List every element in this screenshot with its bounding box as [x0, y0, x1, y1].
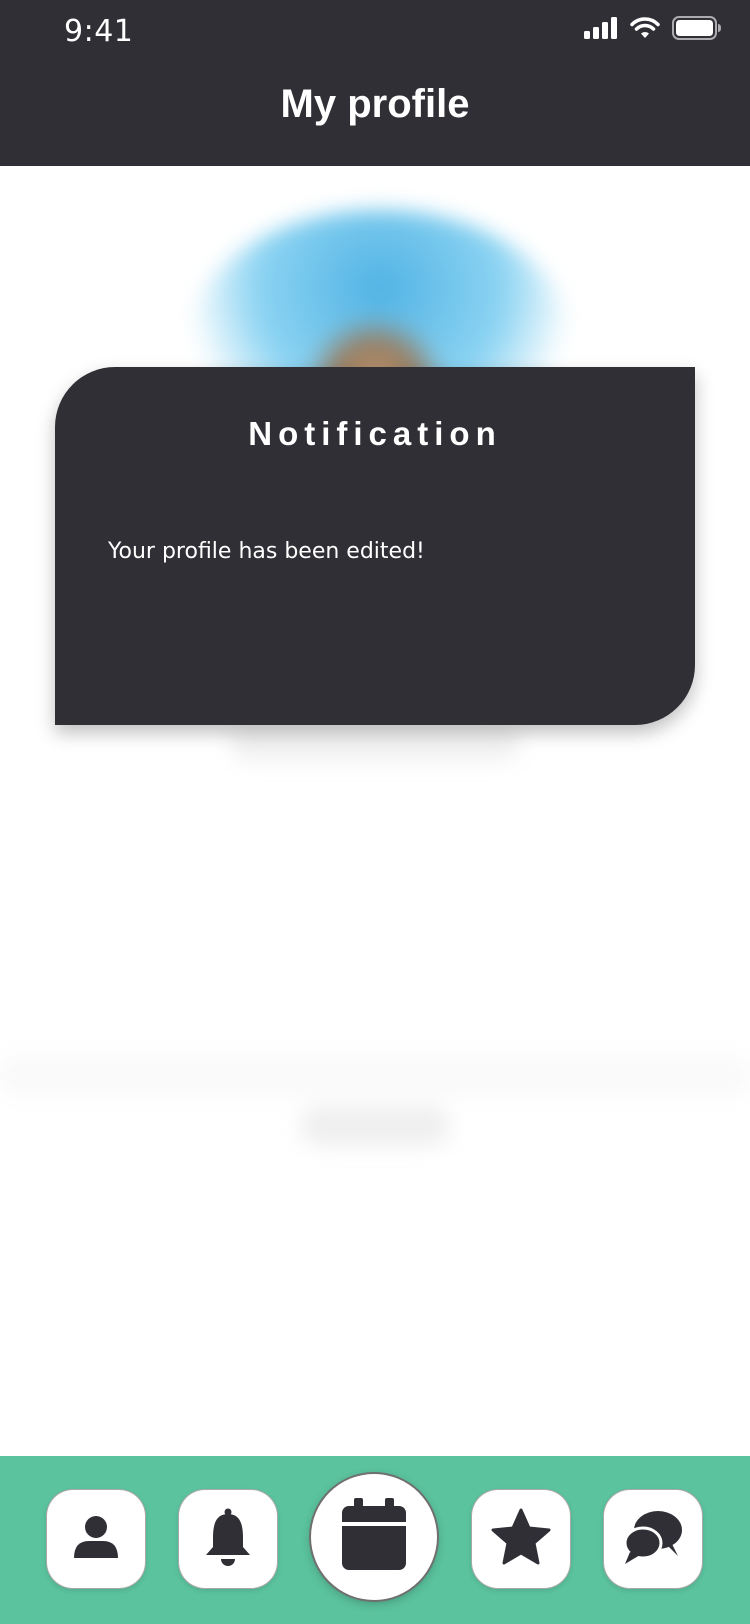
wifi-icon: [630, 17, 660, 43]
bottom-nav: [0, 1456, 750, 1624]
blurred-profile-content: [0, 166, 750, 1456]
status-icons: [584, 16, 722, 44]
page-title: My profile: [280, 82, 470, 126]
nav-notifications-button[interactable]: [179, 1490, 277, 1588]
nav-profile-button[interactable]: [47, 1490, 145, 1588]
bell-icon: [202, 1507, 254, 1571]
battery-icon: [672, 16, 722, 44]
nav-calendar-button[interactable]: [311, 1474, 437, 1600]
profile-icon: [69, 1510, 123, 1568]
calendar-icon: [340, 1498, 408, 1576]
signal-icon: [584, 17, 618, 43]
chat-icon: [622, 1508, 684, 1570]
blurred-divider: [0, 1056, 750, 1096]
top-bar: 9:41 My profile: [0, 0, 750, 166]
nav-messages-button[interactable]: [604, 1490, 702, 1588]
status-time: 9:41: [64, 14, 134, 49]
notification-title: Notification: [248, 415, 502, 452]
notification-message: Your profile has been edited!: [108, 539, 425, 564]
star-icon: [490, 1507, 552, 1571]
profile-screen: 9:41 My profile Notification Your profil…: [0, 0, 750, 1624]
blurred-name-line: [230, 726, 520, 760]
nav-favorites-button[interactable]: [472, 1490, 570, 1588]
blurred-button: [300, 1106, 450, 1146]
notification-card[interactable]: Notification Your profile has been edite…: [55, 367, 695, 725]
